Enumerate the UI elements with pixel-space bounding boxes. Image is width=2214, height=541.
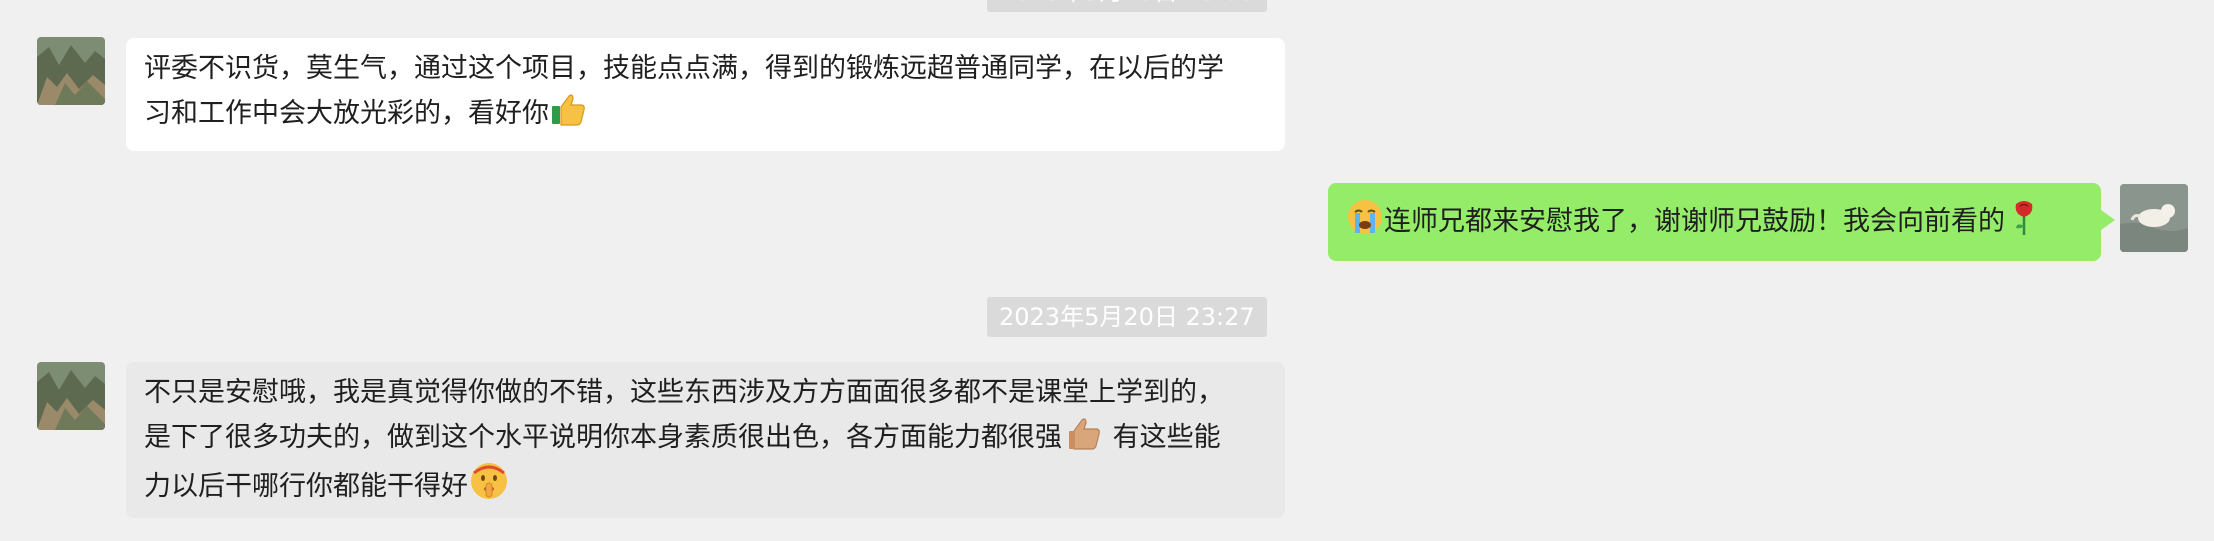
- message-bubble-friend-2[interactable]: 不只是安慰哦，我是真觉得你做的不错，这些东西涉及方方面面很多都不是课堂上学到的，…: [126, 362, 1285, 518]
- message-text-line: 不只是安慰哦，我是真觉得你做的不错，这些东西涉及方方面面很多都不是课堂上学到的，: [144, 377, 1224, 408]
- message-bubble-friend-1[interactable]: 评委不识货，莫生气，通过这个项目，技能点点满，得到的锻炼远超普通同学，在以后的学…: [126, 38, 1285, 151]
- avatar-self[interactable]: [2120, 184, 2188, 252]
- timestamp-top: 2023年5月20日 23:00: [987, 0, 1267, 12]
- message-text-line: 评委不识货，莫生气，通过这个项目，技能点点满，得到的锻炼远超普通同学，在以后的学: [144, 53, 1224, 84]
- message-text: 连师兄都来安慰我了，谢谢师兄鼓励！我会向前看的: [1384, 206, 2005, 237]
- message-text: 习和工作中会大放光彩的，看好你: [144, 98, 549, 129]
- message-text-line: 是下了很多功夫的，做到这个水平说明你本身素质很出色，各方面能力都很强 有这些能: [144, 414, 1267, 459]
- message-text-line: 力以后干哪行你都能干得好: [144, 459, 1267, 508]
- message-text: 力以后干哪行你都能干得好: [144, 471, 468, 502]
- message-text: 是下了很多功夫的，做到这个水平说明你本身素质很出色，各方面能力都很强: [144, 422, 1062, 453]
- rose-icon: [2005, 198, 2043, 236]
- crying-face-icon: [1346, 198, 1384, 236]
- timestamp-divider: 2023年5月20日 23:27: [987, 297, 1267, 337]
- message-text: 有这些能: [1104, 422, 1221, 453]
- message-bubble-self-1[interactable]: 连师兄都来安慰我了，谢谢师兄鼓励！我会向前看的: [1328, 183, 2115, 261]
- thumbs-up-icon: [1066, 414, 1104, 452]
- shushing-face-icon: [468, 459, 510, 501]
- avatar-friend[interactable]: [37, 362, 105, 430]
- message-text-line: 习和工作中会大放光彩的，看好你: [144, 90, 1267, 135]
- avatar-friend[interactable]: [37, 37, 105, 105]
- thumbs-up-icon: [549, 90, 587, 128]
